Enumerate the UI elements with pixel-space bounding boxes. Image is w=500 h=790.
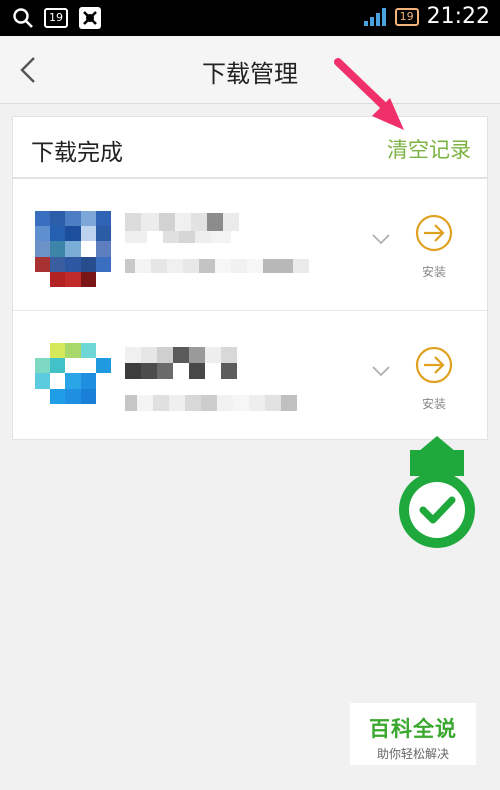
status-clock: 21:22 bbox=[426, 4, 490, 29]
battery-indicator: 19 bbox=[394, 7, 419, 26]
app-icon bbox=[35, 211, 111, 287]
watermark-title: 百科全说 bbox=[369, 717, 457, 741]
install-button[interactable]: 安装 bbox=[411, 345, 457, 412]
section-header: 下载完成 清空记录 bbox=[12, 116, 488, 178]
app-name-redacted-2 bbox=[125, 363, 237, 379]
app-notification-icon bbox=[79, 7, 101, 29]
download-list: 安装 安装 bbox=[12, 178, 488, 440]
notification-count-badge: 19 bbox=[44, 8, 68, 28]
app-name-redacted bbox=[125, 213, 239, 231]
status-bar: 19 19 21:22 bbox=[0, 0, 500, 36]
clear-records-button[interactable]: 清空记录 bbox=[387, 134, 471, 164]
status-right: 19 21:22 bbox=[363, 4, 490, 29]
app-name-redacted bbox=[125, 347, 237, 363]
page-title: 下载管理 bbox=[202, 60, 298, 88]
arrow-right-circle-icon bbox=[415, 214, 453, 252]
watermark-subtitle: 助你轻松解决 bbox=[376, 747, 449, 761]
pointer-arrow-icon bbox=[334, 58, 404, 130]
download-item[interactable]: 安装 bbox=[13, 179, 487, 309]
arrow-right-circle-icon bbox=[415, 346, 453, 384]
install-label: 安装 bbox=[421, 265, 446, 279]
app-name-redacted-2 bbox=[125, 231, 231, 243]
signal-icon bbox=[363, 7, 386, 26]
chevron-down-icon[interactable] bbox=[370, 231, 392, 247]
title-bar: 下载管理 bbox=[0, 36, 500, 104]
install-button[interactable]: 安装 bbox=[411, 213, 457, 280]
app-meta-redacted bbox=[125, 395, 297, 411]
watermark: 百科全说 助你轻松解决 bbox=[350, 703, 476, 765]
app-icon bbox=[35, 343, 111, 419]
section-label: 下载完成 bbox=[31, 140, 123, 166]
status-left: 19 bbox=[12, 6, 102, 30]
download-item[interactable]: 安装 bbox=[13, 310, 487, 440]
install-label: 安装 bbox=[421, 397, 446, 411]
search-icon bbox=[13, 8, 33, 28]
checkmark-badge-icon bbox=[399, 436, 475, 548]
chevron-down-icon[interactable] bbox=[370, 363, 392, 379]
app-meta-redacted bbox=[125, 259, 309, 273]
